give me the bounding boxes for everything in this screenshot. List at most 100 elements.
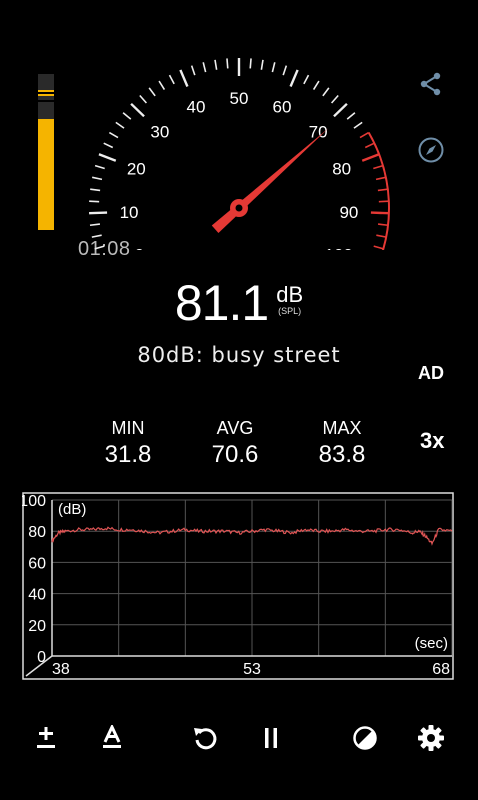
gauge-label: 10 [120, 203, 139, 222]
stat-max: MAX 83.8 [302, 418, 382, 469]
gauge-tick [94, 245, 105, 250]
gauge-tick [115, 121, 125, 129]
gauge-tick [377, 188, 388, 192]
gauge-label: 0 [135, 245, 144, 250]
gauge-needle [211, 128, 329, 234]
chart-y-unit: (dB) [58, 501, 86, 518]
gauge-tick [179, 69, 189, 87]
level-meter [38, 74, 54, 230]
level-meter-divider [38, 92, 54, 95]
weighting-button[interactable] [90, 718, 134, 758]
stat-min-value: 31.8 [104, 441, 152, 468]
history-chart: 10080604020038 53 68(dB)(sec) [22, 492, 454, 680]
gauge-tick [130, 102, 145, 118]
gauge-tick [359, 131, 370, 139]
gauge-label: 50 [230, 89, 249, 108]
text-underline-icon [103, 725, 121, 748]
gauge-label: 30 [150, 123, 169, 142]
gauge-tick [168, 74, 175, 85]
pause-icon [265, 728, 277, 748]
gauge-tick [375, 176, 386, 181]
gauge-tick [282, 65, 288, 76]
gauge-label: 40 [187, 98, 206, 117]
chart-x-tick: 68 [432, 661, 450, 678]
gauge-tick [214, 59, 218, 70]
gauge-tick [90, 188, 101, 192]
gauge-tick [377, 223, 389, 227]
chart-x-unit: (sec) [415, 635, 448, 652]
gauge-label: 60 [273, 98, 292, 117]
gauge-tick [353, 121, 363, 129]
gauge-tick [202, 62, 207, 73]
reset-icon [194, 728, 217, 750]
reading-value: 81.1 [174, 275, 269, 331]
stat-min: MIN 31.8 [88, 418, 168, 469]
gauge-label: 80 [332, 160, 351, 179]
gauge-tick [330, 94, 339, 104]
gauge-tick [122, 112, 132, 120]
gauge-tick [92, 176, 103, 181]
gauge-tick [271, 62, 276, 73]
gauge-tick [148, 87, 156, 97]
gauge-tick [260, 59, 264, 70]
gauge-tick [249, 58, 252, 69]
zoom-button[interactable]: 3x [420, 428, 444, 454]
chart-x-tick: 53 [243, 661, 261, 678]
gauge-tick [139, 94, 148, 104]
gauge-tick [370, 211, 389, 215]
gauge-tick [89, 223, 101, 227]
reset-button[interactable] [183, 718, 227, 758]
gauge-tick [190, 65, 196, 76]
chart-frame [22, 492, 454, 680]
chart-y-tick: 40 [28, 587, 46, 604]
stat-avg-label: AVG [216, 418, 254, 438]
gauge-tick [98, 153, 117, 162]
sound-level-gauge: 0102030405060708090100 [89, 58, 390, 250]
plus-minus-icon [37, 727, 55, 748]
calibrate-button[interactable] [24, 718, 68, 758]
gauge-label: 20 [127, 160, 146, 179]
ad-button[interactable]: AD [418, 363, 444, 384]
gauge-tick [108, 131, 119, 139]
chart-y-tick: 60 [28, 555, 46, 572]
contrast-icon [353, 726, 377, 750]
level-meter-fill [38, 119, 54, 230]
gauge-tick [226, 58, 229, 69]
gauge-tick [364, 142, 375, 149]
gauge-tick [289, 69, 299, 87]
stat-min-label: MIN [111, 418, 145, 438]
gauge-label: 100 [325, 245, 353, 250]
gauge-tick [361, 153, 380, 162]
gauge-hub-center [235, 204, 243, 212]
reading-unit-sub: (SPL) [278, 306, 302, 316]
gauge-tick [91, 234, 102, 238]
stat-max-label: MAX [322, 418, 362, 438]
gauge-tick [333, 102, 348, 118]
gauge-tick [376, 234, 387, 238]
chart-y-tick: 20 [28, 618, 46, 635]
current-reading: 81.1 dB (SPL) [0, 274, 478, 332]
gauge-tick [103, 142, 114, 149]
settings-button[interactable] [409, 718, 453, 758]
gauge-danger-arc [367, 132, 390, 250]
compass-icon[interactable] [414, 133, 448, 167]
gauge-tick [312, 80, 320, 90]
gauge-label: 90 [339, 203, 358, 222]
gauge-tick [94, 164, 105, 170]
gauge-tick [303, 74, 310, 85]
pause-button[interactable] [249, 718, 293, 758]
stat-max-value: 83.8 [318, 441, 366, 468]
gauge-tick [373, 164, 384, 170]
gauge-label: 70 [309, 123, 328, 142]
level-description: 80dB: busy street [137, 343, 341, 367]
chart-y-tick: 80 [28, 524, 46, 541]
share-icon[interactable] [414, 67, 448, 101]
stat-avg: AVG 70.6 [195, 418, 275, 469]
gauge-tick [158, 80, 166, 90]
gauge-tick [322, 87, 330, 97]
stat-avg-value: 70.6 [211, 441, 259, 468]
gauge-tick [89, 211, 108, 215]
chart-x-tick: 38 [52, 661, 70, 678]
theme-button[interactable] [343, 718, 387, 758]
gear-icon [418, 725, 444, 751]
